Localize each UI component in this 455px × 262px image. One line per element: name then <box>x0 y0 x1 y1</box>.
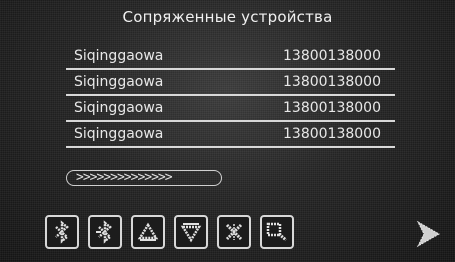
scroll-up-icon <box>137 222 159 241</box>
scroll-up-button[interactable] <box>131 215 165 249</box>
next-arrow-icon <box>416 220 441 248</box>
device-number: 13800138000 <box>283 100 381 116</box>
device-row[interactable]: Siqinggaowa 13800138000 <box>66 122 395 148</box>
device-name: Siqinggaowa <box>74 100 164 116</box>
device-row[interactable]: Siqinggaowa 13800138000 <box>66 44 395 70</box>
device-row[interactable]: Siqinggaowa 13800138000 <box>66 70 395 96</box>
device-number: 13800138000 <box>283 74 381 90</box>
bluetooth-button[interactable] <box>45 215 79 249</box>
device-number: 13800138000 <box>283 48 381 64</box>
device-row[interactable]: Siqinggaowa 13800138000 <box>66 96 395 122</box>
device-name: Siqinggaowa <box>74 126 164 142</box>
page-title: Сопряженные устройства <box>122 8 333 26</box>
scroll-down-button[interactable] <box>174 215 208 249</box>
device-list: Siqinggaowa 13800138000 Siqinggaowa 1380… <box>66 44 395 148</box>
next-page-button[interactable] <box>415 220 441 252</box>
search-button[interactable] <box>260 215 294 249</box>
device-name: Siqinggaowa <box>74 74 164 90</box>
scroll-down-icon <box>180 223 202 243</box>
delete-icon <box>225 223 243 241</box>
bluetooth-disconnect-button[interactable] <box>88 215 122 249</box>
search-icon <box>266 222 287 242</box>
paired-devices-screen: Сопряженные устройства Siqinggaowa 13800… <box>0 0 455 262</box>
device-number: 13800138000 <box>283 126 381 142</box>
search-progress-indicator: >>>>>>>>>>>>>> <box>66 170 222 186</box>
bluetooth-off-icon <box>96 220 112 244</box>
delete-button[interactable] <box>217 215 251 249</box>
device-name: Siqinggaowa <box>74 48 164 64</box>
bluetooth-icon <box>55 220 69 244</box>
